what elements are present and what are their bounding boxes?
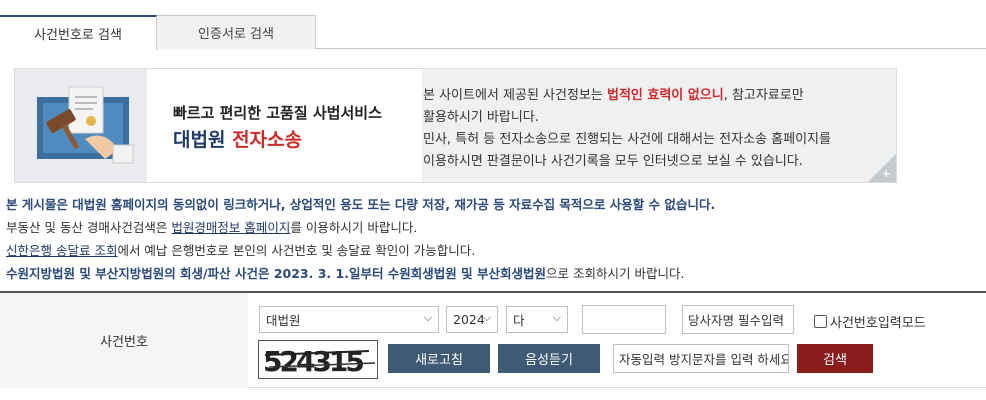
checkbox-label: 사건번호입력모드 [830,316,926,331]
shinhan-fee-lookup-link[interactable]: 신한은행 송달료 조회 [6,243,117,258]
case-search-form: 사건번호 대법원 ⌵ 2024 ⌵ 다 ⌵ 당사자명 필수입력 사건번호입력모드… [0,291,986,388]
tab-label: 인증서로 검색 [198,27,274,42]
gavel-document-icon [15,69,147,182]
captcha-input[interactable]: 자동입력 방지문자를 입력 하세요 [613,344,789,373]
notice-list: 본 게시물은 대법원 홈페이지의 동의없이 링크하거나, 상업적인 용도 또는 … [6,193,976,285]
case-type-select[interactable]: 다 ⌵ [506,306,568,333]
auction-site-link[interactable]: 법원경매정보 홈페이지 [171,220,290,235]
desc-text: 본 사이트에서 제공된 사건정보는 [423,88,607,103]
notice-text: 부동산 및 동산 경매사건검색은 [6,220,172,235]
notice-text: 수원지방법원 및 부산지방법원의 회생/파산 사건은 2023. 3. 1.일부… [6,266,547,281]
notice-text: 를 이용하시기 바랍니다. [290,220,418,235]
gavel-illustration [15,69,147,182]
notice-item: 부동산 및 동산 경매사건검색은 법원경매정보 홈페이지를 이용하시기 바랍니다… [6,216,976,239]
case-number-label: 사건번호 [0,293,248,388]
notice-text: 으로 조회하시기 바랍니다. [546,266,685,281]
notice-item: 수원지방법원 및 부산지방법원의 회생/파산 사건은 2023. 3. 1.일부… [6,262,976,285]
case-serial-input[interactable] [582,305,666,334]
case-type-select-value: 다 [513,313,525,328]
desc-text: 민사, 특허 등 전자소송으로 진행되는 사건에 대해서는 전자소송 홈페이지를 [423,132,831,147]
captcha-graphic: 524315 [263,345,376,378]
year-select-value: 2024 [453,312,485,327]
tab-label: 사건번호로 검색 [34,28,122,43]
chevron-down-icon: ⌵ [423,311,432,324]
notice-text: 에서 예납 은행번호로 본인의 사건번호 및 송달료 확인이 가능합니다. [117,243,476,258]
court-select-value: 대법원 [266,313,301,328]
audio-captcha-button[interactable]: 음성듣기 [498,344,600,373]
chevron-down-icon: ⌵ [552,311,561,324]
search-tabs: 인증서로 검색 사건번호로 검색 [0,15,986,50]
captcha-image: 524315 [258,340,378,379]
refresh-captcha-button[interactable]: 새로고침 [388,344,490,373]
captcha-text: 524315 [263,345,363,378]
banner-service-name: 대법원 전자소송 [173,125,302,152]
banner-slogan: 빠르고 편리한 고품질 사법서비스 [173,104,382,122]
info-banner: 빠르고 편리한 고품질 사법서비스 대법원 전자소송 본 사이트에서 제공된 사… [14,68,897,183]
plus-icon[interactable]: + [882,167,891,180]
year-select[interactable]: 2024 ⌵ [446,306,498,333]
desc-text: 이용하시면 판결문이나 사건기록을 모두 인터넷으로 보실 수 있습니다. [423,154,803,169]
chevron-down-icon: ⌵ [482,311,491,324]
notice-item: 신한은행 송달료 조회에서 예납 은행번호로 본인의 사건번호 및 송달료 확인… [6,239,976,262]
banner-ecourt-name: 전자소송 [232,129,302,151]
search-button[interactable]: 검색 [797,344,873,373]
party-name-input[interactable]: 당사자명 필수입력 [682,305,794,334]
legal-warning: 법적인 효력이 없으니 [606,88,724,103]
court-select[interactable]: 대법원 ⌵ [259,306,439,333]
desc-text: 활용하시기 바랍니다. [423,110,539,125]
notice-item: 본 게시물은 대법원 홈페이지의 동의없이 링크하거나, 상업적인 용도 또는 … [6,197,716,212]
case-number-mode-toggle[interactable]: 사건번호입력모드 [814,312,926,331]
tab-certificate-search[interactable]: 인증서로 검색 [156,15,316,49]
banner-description: 본 사이트에서 제공된 사건정보는 법적인 효력이 없으니, 참고자료로만 활용… [423,85,883,173]
tab-case-number-search[interactable]: 사건번호로 검색 [0,15,157,50]
checkbox[interactable] [814,315,827,328]
desc-text: , 참고자료로만 [723,88,804,103]
banner-court-name: 대법원 [173,129,226,151]
